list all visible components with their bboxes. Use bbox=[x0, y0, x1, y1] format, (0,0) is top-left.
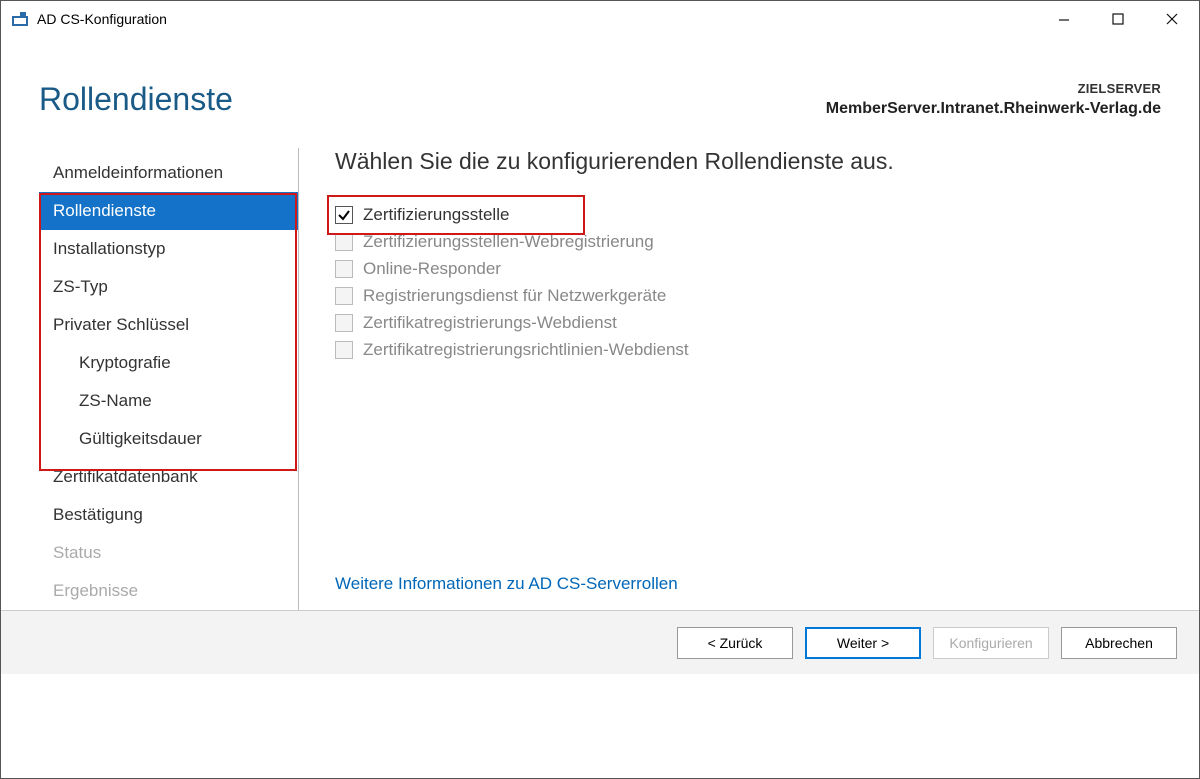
content: Wählen Sie die zu konfigurierenden Rolle… bbox=[299, 148, 1161, 610]
sidebar-item-privater-schluessel[interactable]: Privater Schlüssel bbox=[39, 306, 298, 344]
titlebar: AD CS-Konfiguration bbox=[1, 1, 1199, 37]
app-icon bbox=[11, 10, 29, 28]
option-webdienst: Zertifikatregistrierungs-Webdienst bbox=[335, 313, 1161, 333]
option-label: Zertifizierungsstelle bbox=[363, 205, 509, 225]
cancel-button[interactable]: Abbrechen bbox=[1061, 627, 1177, 659]
window-title: AD CS-Konfiguration bbox=[37, 11, 1037, 27]
page-title: Rollendienste bbox=[39, 81, 233, 118]
option-label: Registrierungsdienst für Netzwerkgeräte bbox=[363, 286, 666, 306]
footer: < Zurück Weiter > Konfigurieren Abbreche… bbox=[1, 610, 1199, 674]
minimize-button[interactable] bbox=[1037, 1, 1091, 37]
checkbox-icon bbox=[335, 314, 353, 332]
checkbox-icon bbox=[335, 206, 353, 224]
window-controls bbox=[1037, 1, 1199, 37]
sidebar-item-status: Status bbox=[39, 534, 298, 572]
sidebar: Anmeldeinformationen Rollendienste Insta… bbox=[39, 148, 299, 610]
checkbox-icon bbox=[335, 233, 353, 251]
more-info-link[interactable]: Weitere Informationen zu AD CS-Serverrol… bbox=[335, 454, 1161, 610]
option-webregistrierung: Zertifizierungsstellen-Webregistrierung bbox=[335, 232, 1161, 252]
checkbox-icon bbox=[335, 287, 353, 305]
option-label: Zertifikatregistrierungsrichtlinien-Webd… bbox=[363, 340, 689, 360]
option-zertifizierungsstelle[interactable]: Zertifizierungsstelle bbox=[335, 205, 1161, 225]
option-registrierungsdienst: Registrierungsdienst für Netzwerkgeräte bbox=[335, 286, 1161, 306]
option-label: Zertifikatregistrierungs-Webdienst bbox=[363, 313, 617, 333]
maximize-button[interactable] bbox=[1091, 1, 1145, 37]
sidebar-item-zertifikatdatenbank[interactable]: Zertifikatdatenbank bbox=[39, 458, 298, 496]
sidebar-item-zs-typ[interactable]: ZS-Typ bbox=[39, 268, 298, 306]
configure-button: Konfigurieren bbox=[933, 627, 1049, 659]
header: Rollendienste ZIELSERVER MemberServer.In… bbox=[1, 37, 1199, 118]
next-button[interactable]: Weiter > bbox=[805, 627, 921, 659]
content-heading: Wählen Sie die zu konfigurierenden Rolle… bbox=[335, 148, 1161, 175]
target-server-block: ZIELSERVER MemberServer.Intranet.Rheinwe… bbox=[826, 81, 1161, 118]
checkbox-icon bbox=[335, 341, 353, 359]
target-label: ZIELSERVER bbox=[826, 81, 1161, 96]
sidebar-item-kryptografie[interactable]: Kryptografie bbox=[39, 344, 298, 382]
target-name: MemberServer.Intranet.Rheinwerk-Verlag.d… bbox=[826, 100, 1161, 118]
sidebar-item-installationstyp[interactable]: Installationstyp bbox=[39, 230, 298, 268]
sidebar-item-zs-name[interactable]: ZS-Name bbox=[39, 382, 298, 420]
sidebar-item-gueltigkeitsdauer[interactable]: Gültigkeitsdauer bbox=[39, 420, 298, 458]
checkbox-icon bbox=[335, 260, 353, 278]
option-label: Zertifizierungsstellen-Webregistrierung bbox=[363, 232, 654, 252]
sidebar-item-bestaetigung[interactable]: Bestätigung bbox=[39, 496, 298, 534]
option-online-responder: Online-Responder bbox=[335, 259, 1161, 279]
sidebar-item-rollendienste[interactable]: Rollendienste bbox=[39, 192, 298, 230]
option-label: Online-Responder bbox=[363, 259, 501, 279]
back-button[interactable]: < Zurück bbox=[677, 627, 793, 659]
close-button[interactable] bbox=[1145, 1, 1199, 37]
role-services-list: Zertifizierungsstelle Zertifizierungsste… bbox=[335, 205, 1161, 367]
sidebar-item-anmeldeinformationen[interactable]: Anmeldeinformationen bbox=[39, 154, 298, 192]
main: Anmeldeinformationen Rollendienste Insta… bbox=[1, 118, 1199, 610]
option-richtlinien-webdienst: Zertifikatregistrierungsrichtlinien-Webd… bbox=[335, 340, 1161, 360]
sidebar-item-ergebnisse: Ergebnisse bbox=[39, 572, 298, 610]
